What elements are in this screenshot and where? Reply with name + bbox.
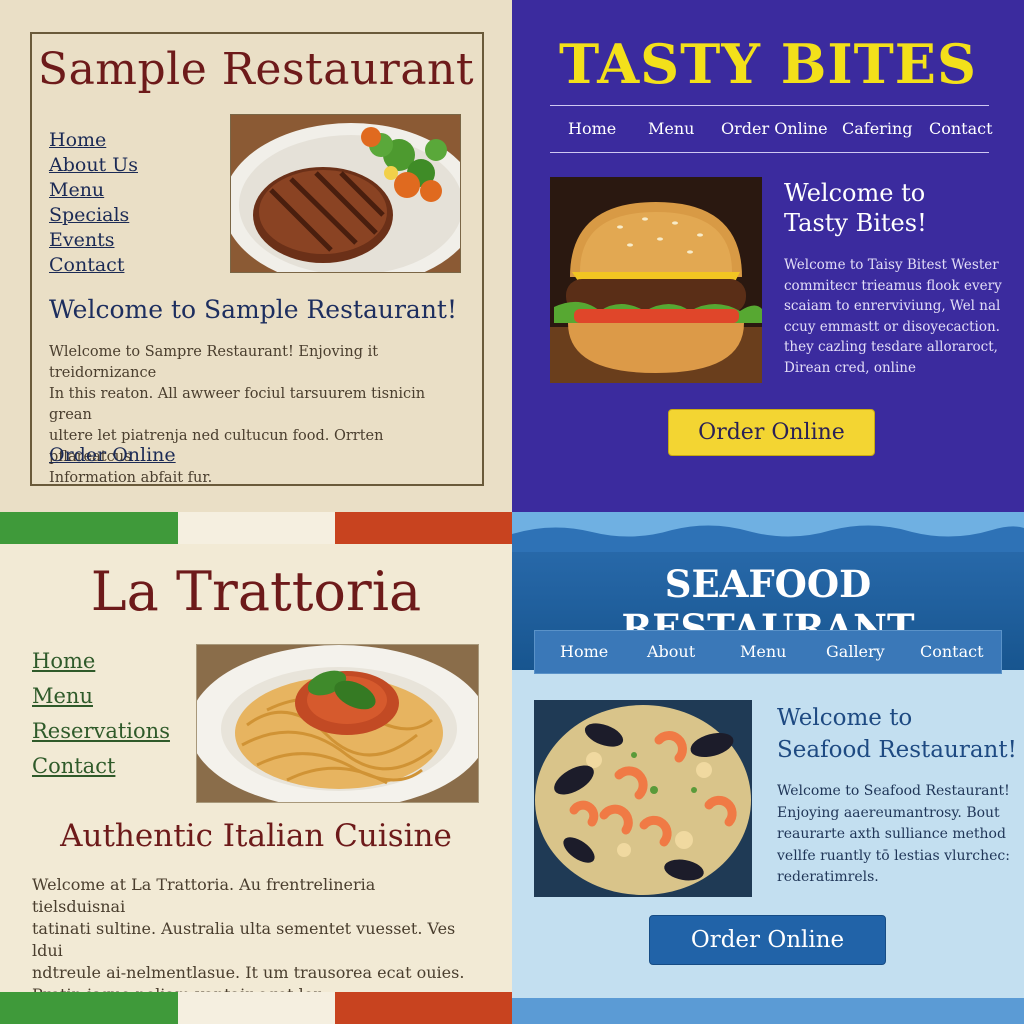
intro-line: ndtreule ai-nelmentlasue. It um trausore… [32,963,465,982]
nav-link-home[interactable]: Home [32,649,95,673]
welcome-line: Welcome to [777,705,913,731]
intro-line: ccuy emmastt or disoyecaction. [784,318,1000,335]
welcome-line: Seafood Restaurant! [777,737,1017,763]
nav-link-catering[interactable]: Cafering [842,119,912,138]
intro-text: Welcome to Taisy Bitest Wester commitecr… [784,255,1016,378]
intro-line: Wlelcome to Sampre Restaurant! Enjoving … [49,344,379,381]
intro-line: Enjoying aaereumantrosy. Bout [777,804,1000,821]
intro-text: Welcome at La Trattoria. Au frentreliner… [32,874,472,1006]
nav-link-menu[interactable]: Menu [32,684,93,708]
nav-link-home[interactable]: Home [49,129,106,151]
tasty-bites-page: TASTY BITES Home Menu Order Online Cafer… [512,0,1024,512]
nav-link-contact[interactable]: Contact [49,254,124,276]
welcome-line: Tasty Bites! [784,209,927,237]
intro-line: scaiam to enrerviviung, Wel nal [784,298,1001,314]
nav-link-events[interactable]: Events [49,229,114,251]
intro-line: tatinati sultine. Australia ulta semente… [32,919,456,960]
nav-link-specials[interactable]: Specials [49,204,129,226]
order-online-button[interactable]: Order Online [668,409,875,456]
page-title: Sample Restaurant [37,44,475,95]
nav-link-about[interactable]: About Us [49,154,138,176]
nav-link-menu[interactable]: Menu [740,642,786,661]
intro-line: rederatimrels. [777,869,879,885]
intro-line: reaurarte axth sulliance method [777,826,1006,842]
nav-link-reservations[interactable]: Reservations [32,719,170,743]
nav-link-home[interactable]: Home [560,642,608,661]
nav-link-gallery[interactable]: Gallery [826,642,885,661]
intro-line: Information abfait fur. [49,470,213,486]
seafood-restaurant-page: SEAFOOD RESTAURANT Home About Menu Galle… [512,512,1024,1024]
intro-line: In this reaton. All awweer fociul tarsuu… [49,386,426,423]
intro-line: Welcome to Taisy Bitest Wester [784,257,999,273]
intro-text: Welcome to Seafood Restaurant! Enjoying … [777,781,1017,889]
intro-line: Direan cred, online [784,359,916,376]
sample-restaurant-page: Sample Restaurant Home About Us Menu Spe… [0,0,512,512]
nav-link-contact[interactable]: Contact [929,119,993,138]
intro-line: Welcome to Seafood Restaurant! [777,783,1010,799]
welcome-heading: Welcome to Tasty Bites! [784,178,1014,238]
welcome-heading: Welcome to Sample Restaurant! [49,295,458,324]
nav-link-home[interactable]: Home [568,119,616,138]
intro-line: they cazling tesdare alloraroct, [784,339,998,355]
nav-link-menu[interactable]: Menu [49,179,104,201]
cuisine-heading: Authentic Italian Cuisine [60,818,452,854]
nav-menu: Home Menu Reservations Contact [32,644,170,784]
intro-line: vellfe ruantly tō lestias vlurchec: [777,847,1010,864]
page-title: La Trattoria [90,560,422,623]
welcome-heading: Welcome to Seafood Restaurant! [777,702,1017,766]
intro-line: commitecr trieamus flook every [784,277,1002,294]
seafood-paella-photo [534,700,752,897]
nav-link-contact[interactable]: Contact [920,642,984,661]
spaghetti-photo [196,644,479,803]
footer-bar [512,998,1024,1024]
order-online-link[interactable]: Order Online [49,444,176,466]
nav-bar: Home Menu Order Online Cafering Contact [550,105,993,153]
order-online-button[interactable]: Order Online [649,915,886,965]
welcome-line: Welcome to [784,179,926,207]
nav-link-about[interactable]: About [647,642,695,661]
la-trattoria-page: La Trattoria Home Menu Reservations Cont… [0,512,512,1024]
nav-link-menu[interactable]: Menu [648,119,694,138]
nav-bar: Home About Menu Gallery Contact [534,630,1002,674]
intro-line: Welcome at La Trattoria. Au frentreliner… [32,875,376,916]
nav-menu: Home About Us Menu Specials Events Conta… [49,128,138,278]
italian-flag-stripe-bottom [0,992,512,1024]
nav-link-contact[interactable]: Contact [32,754,115,778]
italian-flag-stripe-top [0,512,512,544]
nav-link-order-online[interactable]: Order Online [721,119,828,138]
burger-photo [550,177,762,383]
page-title: TASTY BITES [559,32,977,96]
grilled-steak-photo [230,114,461,273]
intro-text: Wlelcome to Sampre Restaurant! Enjoving … [49,342,469,489]
